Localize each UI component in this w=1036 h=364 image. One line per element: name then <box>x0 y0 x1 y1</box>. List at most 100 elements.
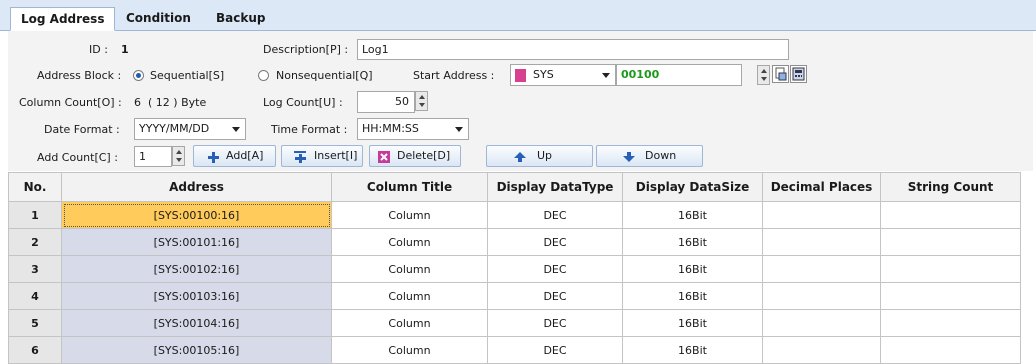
decimal-places-cell[interactable] <box>762 255 881 283</box>
string-count-cell[interactable] <box>880 309 1021 337</box>
string-count-cell[interactable] <box>880 282 1021 310</box>
column-title-cell[interactable]: Column <box>331 201 488 229</box>
add-count-input[interactable]: 1 <box>134 146 172 167</box>
column-title-cell[interactable]: Column <box>331 282 488 310</box>
document-icon <box>775 67 787 81</box>
column-title-cell[interactable]: Column <box>331 336 488 364</box>
address-cell[interactable]: [SYS:00100:16] <box>61 201 332 229</box>
spin-up-icon <box>761 69 767 73</box>
datatype-cell[interactable]: DEC <box>487 336 623 364</box>
decimal-places-cell[interactable] <box>762 309 881 337</box>
row-number: 2 <box>8 228 62 256</box>
sequential-label: Sequential[S] <box>150 69 225 82</box>
address-cell[interactable]: [SYS:00101:16] <box>61 228 332 256</box>
column-header-column-title[interactable]: Column Title <box>331 172 488 202</box>
tab-backup[interactable]: Backup <box>206 7 275 30</box>
column-title-cell[interactable]: Column <box>331 309 488 337</box>
datatype-cell[interactable]: DEC <box>487 309 623 337</box>
column-title-cell[interactable]: Column <box>331 255 488 283</box>
sequential-radio[interactable] <box>133 70 144 81</box>
column-header-no[interactable]: No. <box>8 172 62 202</box>
date-format-select[interactable]: YYYY/MM/DD <box>134 118 246 140</box>
datasize-cell[interactable]: 16Bit <box>622 282 763 310</box>
table-row[interactable]: 2 [SYS:00101:16] Column DEC 16Bit <box>8 228 1021 256</box>
column-header-display-datasize[interactable]: Display DataSize <box>622 172 763 202</box>
address-cell[interactable]: [SYS:00102:16] <box>61 255 332 283</box>
spin-down-icon <box>176 158 182 162</box>
address-browse-button[interactable] <box>772 65 789 83</box>
device-select[interactable]: SYS <box>510 64 616 86</box>
insert-icon <box>294 151 306 163</box>
table-row[interactable]: 1 [SYS:00100:16] Column DEC 16Bit <box>8 201 1021 229</box>
decimal-places-cell[interactable] <box>762 336 881 364</box>
chevron-down-icon <box>455 127 463 132</box>
datasize-cell[interactable]: 16Bit <box>622 309 763 337</box>
log-count-spinner[interactable] <box>415 91 428 111</box>
column-header-decimal-places[interactable]: Decimal Places <box>762 172 881 202</box>
chevron-down-icon <box>232 127 240 132</box>
tab-log-address[interactable]: Log Address <box>10 7 116 31</box>
spin-down-icon <box>419 103 425 107</box>
add-count-label: Add Count[C] : <box>37 151 118 164</box>
datasize-cell[interactable]: 16Bit <box>622 228 763 256</box>
column-header-address[interactable]: Address <box>61 172 332 202</box>
column-title-cell[interactable]: Column <box>331 228 488 256</box>
column-count-label: Column Count[O] : <box>19 96 122 109</box>
device-value: SYS <box>533 68 554 81</box>
address-cell[interactable]: [SYS:00104:16] <box>61 309 332 337</box>
time-format-select[interactable]: HH:MM:SS <box>357 118 469 140</box>
decimal-places-cell[interactable] <box>762 228 881 256</box>
address-cell[interactable]: [SYS:00105:16] <box>61 336 332 364</box>
up-button[interactable]: Up <box>486 145 593 167</box>
keypad-icon <box>792 67 805 81</box>
datatype-cell[interactable]: DEC <box>487 201 623 229</box>
spin-up-icon <box>419 95 425 99</box>
string-count-cell[interactable] <box>880 255 1021 283</box>
nonsequential-radio[interactable] <box>258 70 269 81</box>
string-count-cell[interactable] <box>880 228 1021 256</box>
datasize-cell[interactable]: 16Bit <box>622 336 763 364</box>
insert-button-label: Insert[I] <box>314 149 358 162</box>
tab-bar: Log Address Condition Backup <box>0 0 1036 31</box>
column-header-string-count[interactable]: String Count <box>880 172 1021 202</box>
time-format-label: Time Format : <box>271 123 348 136</box>
tab-condition[interactable]: Condition <box>116 7 201 30</box>
id-value: 1 <box>121 43 129 56</box>
id-label: ID : <box>89 43 108 56</box>
row-number: 1 <box>8 201 62 229</box>
insert-button[interactable]: Insert[I] <box>281 145 363 167</box>
datatype-cell[interactable]: DEC <box>487 228 623 256</box>
arrow-down-icon <box>623 152 635 162</box>
delete-icon <box>378 151 390 163</box>
keypad-button[interactable] <box>790 65 807 83</box>
string-count-cell[interactable] <box>880 201 1021 229</box>
add-button[interactable]: Add[A] <box>193 145 276 167</box>
column-header-display-datatype[interactable]: Display DataType <box>487 172 623 202</box>
string-count-cell[interactable] <box>880 336 1021 364</box>
log-count-input[interactable]: 50 <box>357 91 415 113</box>
address-cell[interactable]: [SYS:00103:16] <box>61 282 332 310</box>
datatype-cell[interactable]: DEC <box>487 282 623 310</box>
decimal-places-cell[interactable] <box>762 282 881 310</box>
down-button[interactable]: Down <box>596 145 703 167</box>
datasize-cell[interactable]: 16Bit <box>622 201 763 229</box>
datatype-cell[interactable]: DEC <box>487 255 623 283</box>
table-row[interactable]: 5 [SYS:00104:16] Column DEC 16Bit <box>8 309 1021 337</box>
table-row[interactable]: 4 [SYS:00103:16] Column DEC 16Bit <box>8 282 1021 310</box>
add-count-spinner[interactable] <box>172 146 185 166</box>
date-format-label: Date Format : <box>44 123 120 136</box>
description-input[interactable]: Log1 <box>357 39 789 60</box>
datasize-cell[interactable]: 16Bit <box>622 255 763 283</box>
start-address-spinner[interactable] <box>757 65 770 85</box>
column-byte-size: ( 12 ) Byte <box>148 96 207 109</box>
add-button-label: Add[A] <box>226 149 264 162</box>
log-address-table: No. Address Column Title Display DataTyp… <box>8 172 1021 364</box>
delete-button[interactable]: Delete[D] <box>369 145 461 167</box>
table-row[interactable]: 3 [SYS:00102:16] Column DEC 16Bit <box>8 255 1021 283</box>
log-count-label: Log Count[U] : <box>263 96 343 109</box>
start-address-label: Start Address : <box>413 69 495 82</box>
table-row[interactable]: 6 [SYS:00105:16] Column DEC 16Bit <box>8 336 1021 364</box>
decimal-places-cell[interactable] <box>762 201 881 229</box>
start-address-input[interactable]: 00100 <box>616 64 742 86</box>
column-count-value: 6 <box>134 96 141 109</box>
